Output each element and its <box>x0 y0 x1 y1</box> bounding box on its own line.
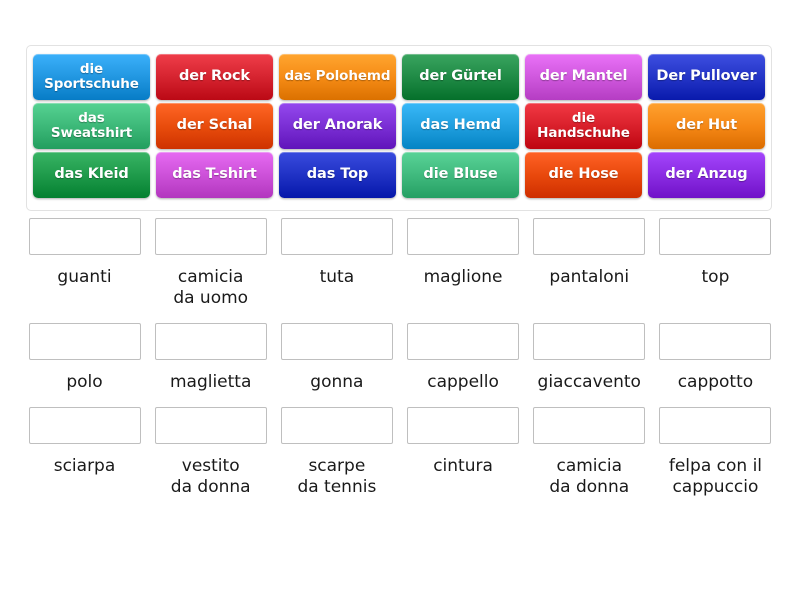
drop-zone[interactable] <box>154 323 267 360</box>
answer-label: scarpe da tennis <box>297 456 377 497</box>
tile-das-sweatshirt[interactable]: das Sweatshirt <box>33 103 150 149</box>
answer-cell-felpa-con-il-cappuccio: felpa con il cappuccio <box>657 407 774 498</box>
answer-label: felpa con il cappuccio <box>668 456 763 497</box>
answer-label: giaccavento <box>537 372 641 392</box>
answer-label: vestito da donna <box>170 456 251 497</box>
answer-cell-scarpe-da-tennis: scarpe da tennis <box>278 407 395 498</box>
tile-row: die Sportschuhe der Rock das Polohemd de… <box>33 54 765 100</box>
drop-zone[interactable] <box>407 323 520 360</box>
tile-das-hemd[interactable]: das Hemd <box>402 103 519 149</box>
drop-zone[interactable] <box>154 218 267 255</box>
drop-zone[interactable] <box>407 407 520 444</box>
tile-tray: die Sportschuhe der Rock das Polohemd de… <box>26 45 772 211</box>
answer-cell-pantaloni: pantaloni <box>531 218 648 309</box>
tile-die-bluse[interactable]: die Bluse <box>402 152 519 198</box>
answer-label: cappello <box>427 372 499 392</box>
drop-zone[interactable] <box>280 323 393 360</box>
drop-zone[interactable] <box>659 407 772 444</box>
answer-cell-vestito-da-donna: vestito da donna <box>152 407 269 498</box>
answer-label: polo <box>66 372 103 392</box>
answer-row: polo maglietta gonna cappello giaccavent… <box>26 323 774 393</box>
drop-zone[interactable] <box>28 218 141 255</box>
match-up-activity: die Sportschuhe der Rock das Polohemd de… <box>0 0 800 600</box>
drop-zone[interactable] <box>533 323 646 360</box>
answer-label: sciarpa <box>53 456 116 476</box>
tile-der-mantel[interactable]: der Mantel <box>525 54 642 100</box>
drop-zone[interactable] <box>533 218 646 255</box>
answer-cell-sciarpa: sciarpa <box>26 407 143 498</box>
tile-das-polohemd[interactable]: das Polohemd <box>279 54 396 100</box>
answer-label: cappotto <box>677 372 754 392</box>
answer-cell-tuta: tuta <box>278 218 395 309</box>
tile-der-anorak[interactable]: der Anorak <box>279 103 396 149</box>
answer-cell-camicia-da-uomo: camicia da uomo <box>152 218 269 309</box>
answer-cell-cintura: cintura <box>405 407 522 498</box>
answer-cell-cappello: cappello <box>405 323 522 393</box>
answer-label: tuta <box>319 267 355 287</box>
drop-zone[interactable] <box>28 323 141 360</box>
answer-label: pantaloni <box>549 267 630 287</box>
answer-cell-cappotto: cappotto <box>657 323 774 393</box>
tile-das-t-shirt[interactable]: das T-shirt <box>156 152 273 198</box>
tile-das-kleid[interactable]: das Kleid <box>33 152 150 198</box>
answer-cell-maglietta: maglietta <box>152 323 269 393</box>
drop-zone[interactable] <box>659 218 772 255</box>
tile-der-hut[interactable]: der Hut <box>648 103 765 149</box>
answer-cell-maglione: maglione <box>405 218 522 309</box>
tile-die-sportschuhe[interactable]: die Sportschuhe <box>33 54 150 100</box>
drop-zone[interactable] <box>28 407 141 444</box>
answer-label: camicia da donna <box>549 456 630 497</box>
answer-row: sciarpa vestito da donna scarpe da tenni… <box>26 407 774 498</box>
tile-der-guertel[interactable]: der Gürtel <box>402 54 519 100</box>
answer-cell-guanti: guanti <box>26 218 143 309</box>
tile-row: das Sweatshirt der Schal der Anorak das … <box>33 103 765 149</box>
answer-cell-gonna: gonna <box>278 323 395 393</box>
answer-row: guanti camicia da uomo tuta maglione pan… <box>26 218 774 309</box>
answer-label: maglione <box>423 267 503 287</box>
answer-cell-top: top <box>657 218 774 309</box>
tile-der-pullover[interactable]: Der Pullover <box>648 54 765 100</box>
drop-zone[interactable] <box>533 407 646 444</box>
answer-label: gonna <box>310 372 364 392</box>
answer-label: cintura <box>433 456 493 476</box>
answer-grid: guanti camicia da uomo tuta maglione pan… <box>26 218 774 498</box>
answer-cell-polo: polo <box>26 323 143 393</box>
tile-der-anzug[interactable]: der Anzug <box>648 152 765 198</box>
answer-cell-giaccavento: giaccavento <box>531 323 648 393</box>
answer-label: maglietta <box>169 372 252 392</box>
tile-der-schal[interactable]: der Schal <box>156 103 273 149</box>
answer-label: top <box>701 267 730 287</box>
tile-row: das Kleid das T-shirt das Top die Bluse … <box>33 152 765 198</box>
answer-label: guanti <box>57 267 112 287</box>
tile-die-hose[interactable]: die Hose <box>525 152 642 198</box>
drop-zone[interactable] <box>154 407 267 444</box>
drop-zone[interactable] <box>407 218 520 255</box>
drop-zone[interactable] <box>280 218 393 255</box>
drop-zone[interactable] <box>280 407 393 444</box>
tile-das-top[interactable]: das Top <box>279 152 396 198</box>
tile-die-handschuhe[interactable]: die Handschuhe <box>525 103 642 149</box>
answer-label: camicia da uomo <box>173 267 249 308</box>
drop-zone[interactable] <box>659 323 772 360</box>
answer-cell-camicia-da-donna: camicia da donna <box>531 407 648 498</box>
tile-der-rock[interactable]: der Rock <box>156 54 273 100</box>
